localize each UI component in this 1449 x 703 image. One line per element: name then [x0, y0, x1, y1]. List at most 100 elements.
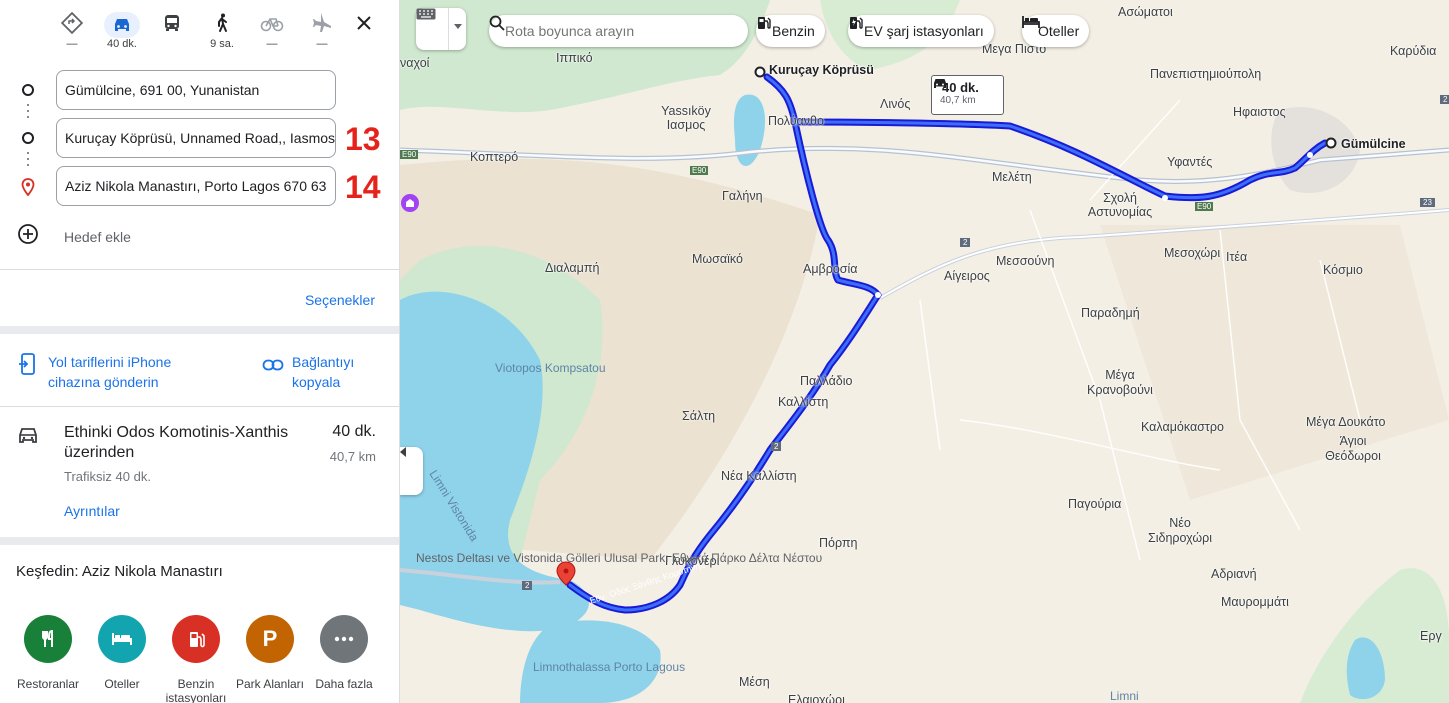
place-label: Ηφαιστος	[1233, 105, 1286, 119]
place-label: Ιππικό	[556, 51, 593, 65]
diamond-directions-icon	[50, 11, 94, 38]
more-icon	[320, 615, 368, 663]
divider	[0, 269, 399, 270]
place-label: Παλλάδιο	[800, 374, 853, 388]
close-directions-button[interactable]	[342, 12, 386, 56]
destination-pin-icon	[21, 178, 35, 201]
place-label: Άγιοι Θεόδωροι	[1325, 434, 1381, 463]
route-distance: 40,7 km	[329, 449, 376, 464]
mode-cycling[interactable]: —	[250, 12, 294, 56]
map-canvas[interactable]: E90 E90 E90 2 2 2 2 23 Εθν. Οδός Ξάνθης …	[400, 0, 1449, 703]
route-node	[875, 292, 881, 298]
place-label: Ιτέα	[1226, 250, 1248, 264]
destination-input[interactable]: Aziz Nikola Manastırı, Porto Lagos 670 6…	[56, 166, 336, 206]
route-node	[1162, 195, 1168, 201]
place-label: Λινός	[880, 97, 911, 111]
route-option[interactable]: Ethinki Odos Komotinis-Xanthis üzerinden…	[0, 407, 399, 537]
road-2-shield: 2	[960, 238, 971, 247]
route-duration-tooltip[interactable]: 40 dk. 40,7 km	[931, 75, 1004, 115]
mode-flights[interactable]: —	[300, 12, 344, 56]
category-hotels-button[interactable]: Oteller	[85, 615, 159, 691]
chip-hotels-button[interactable]: Oteller	[1022, 15, 1090, 47]
mode-walking[interactable]: 9 sa.	[200, 12, 244, 56]
place-label: Μαυρομμάτι	[1221, 595, 1289, 609]
road-2-shield: 2	[1440, 95, 1449, 104]
category-restaurants-button[interactable]: Restoranlar	[11, 615, 85, 691]
chip-gas-button[interactable]: Benzin	[756, 15, 825, 47]
section-separator	[0, 326, 399, 334]
origin-input[interactable]: Gümülcine, 691 00, Yunanistan	[56, 70, 336, 110]
place-label: Σχολή Αστυνομίας	[1087, 191, 1153, 219]
route-end-marker	[1325, 137, 1337, 149]
place-label: Πανεπιστημιούπολη	[1150, 67, 1262, 81]
input-tools-button[interactable]	[416, 8, 466, 50]
route-connector-dots	[27, 104, 29, 122]
place-label: Μωσαϊκό	[692, 252, 743, 266]
explore-title: Keşfedin: Aziz Nikola Manastırı	[16, 563, 223, 580]
gas-station-icon	[172, 615, 220, 663]
route-start-marker	[754, 66, 766, 78]
car-icon	[104, 12, 140, 38]
place-label: Μέση	[739, 675, 770, 689]
place-label: Αίγειρος	[944, 269, 990, 283]
category-label: Benzin istasyonları	[165, 677, 227, 703]
bicycle-icon	[250, 12, 294, 38]
origin-dot-icon	[22, 84, 34, 96]
place-label: Εργ	[1420, 629, 1442, 643]
add-destination-button[interactable]: Hedef ekle	[17, 223, 131, 250]
route-start-label[interactable]: Kuruçay Köprüsü	[769, 63, 874, 77]
waypoint-input[interactable]: Kuruçay Köprüsü, Unnamed Road,, Iasmos	[56, 118, 336, 158]
place-label: Διαλαμπή	[545, 261, 600, 275]
map-base-layer	[400, 0, 1449, 703]
place-label: Παγούρια	[1068, 497, 1122, 511]
restaurant-icon	[24, 615, 72, 663]
place-label: Μέγα Κρανοβούνι	[1087, 368, 1153, 397]
mode-best-route[interactable]: —	[50, 11, 94, 56]
e90-shield: E90	[690, 166, 709, 175]
search-input[interactable]	[505, 23, 715, 39]
water-label: Limni	[1110, 689, 1139, 703]
copy-link-label: Bağlantıyı kopyala	[292, 354, 355, 390]
category-parking-button[interactable]: P Park Alanları	[233, 615, 307, 691]
waypoint-number-badge: 13	[345, 121, 381, 157]
road-2-shield: 2	[522, 581, 533, 590]
water-label: Nestos Deltası ve Vistonida Gölleri Ulus…	[416, 551, 823, 565]
place-label: Παραδημή	[1081, 306, 1140, 320]
place-label: Κοπτερό	[470, 150, 519, 164]
traffic-info: Trafiksiz 40 dk.	[64, 469, 151, 484]
place-label: Μέγα Δουκάτο	[1306, 415, 1386, 429]
mode-driving[interactable]: 40 dk.	[100, 12, 144, 56]
place-label: Καλλίστη	[778, 395, 829, 409]
tooltip-distance: 40,7 km	[940, 95, 976, 106]
category-gas-stations-button[interactable]: Benzin istasyonları	[159, 615, 233, 703]
route-node	[1307, 152, 1313, 158]
chip-ev-charging-button[interactable]: EV şarj istasyonları	[848, 15, 994, 47]
place-label: Υφαντές	[1167, 155, 1213, 169]
link-icon	[262, 358, 284, 392]
search-along-route[interactable]	[489, 15, 748, 47]
category-more-button[interactable]: Daha fazla	[307, 615, 381, 691]
options-button[interactable]: Seçenekler	[305, 292, 375, 308]
collapse-panel-button[interactable]	[400, 447, 423, 495]
place-label: Ασώματοι	[1118, 5, 1173, 19]
directions-panel: — 40 dk. 9 sa. — — Gümülcine, 691 00, Yu…	[0, 0, 400, 703]
chip-label: EV şarj istasyonları	[864, 23, 984, 39]
e90-shield: E90	[400, 150, 419, 159]
route-end-label[interactable]: Gümülcine	[1341, 137, 1406, 151]
copy-link-button[interactable]: Bağlantıyı kopyala	[262, 352, 372, 392]
mode-transit[interactable]	[150, 12, 194, 56]
category-label: Oteller	[104, 677, 140, 691]
chip-label: Benzin	[772, 23, 815, 39]
mode-label: —	[266, 38, 278, 50]
details-link[interactable]: Ayrıntılar	[64, 503, 120, 519]
road-23-shield: 23	[1420, 198, 1435, 207]
close-icon	[342, 12, 386, 38]
place-label: Μελέτη	[992, 170, 1032, 184]
send-to-phone-button[interactable]: Yol tariflerini iPhone cihazına gönderin	[18, 352, 198, 392]
travel-modes: — 40 dk. 9 sa. — —	[50, 11, 390, 56]
place-label: Αμβροσία	[803, 262, 858, 276]
place-label: Αδριανή	[1211, 567, 1257, 581]
route-duration: 40 dk.	[332, 423, 376, 440]
add-destination-label: Hedef ekle	[64, 228, 131, 245]
place-label: Πολύανθο	[768, 114, 824, 128]
